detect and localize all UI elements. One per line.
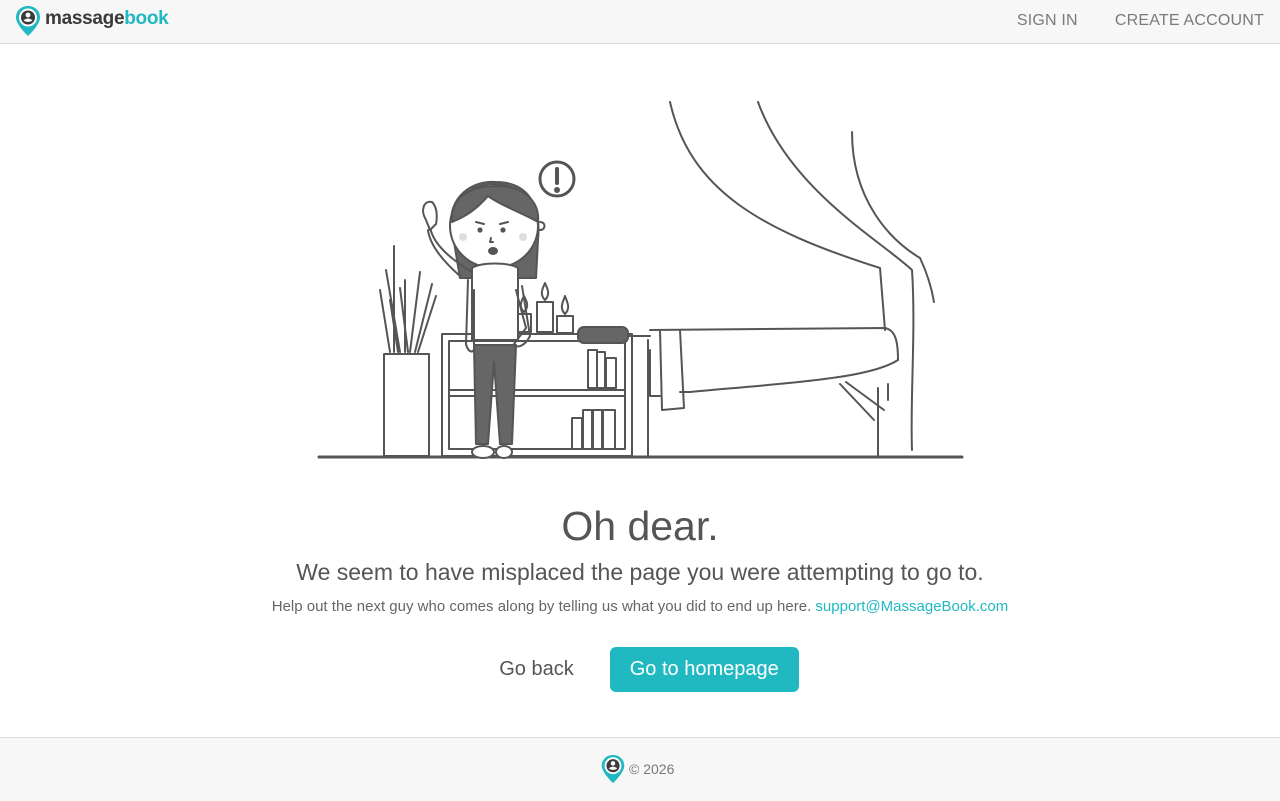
exclamation-icon xyxy=(538,160,576,198)
top-nav: SIGN IN CREATE ACCOUNT xyxy=(980,12,1264,30)
help-text-line: Help out the next guy who comes along by… xyxy=(0,598,1280,615)
go-to-homepage-button[interactable]: Go to homepage xyxy=(609,647,799,692)
top-bar: massagebook SIGN IN CREATE ACCOUNT xyxy=(0,0,1280,44)
copyright-text: © 2026 xyxy=(629,761,675,777)
support-email-link[interactable]: support@MassageBook.com xyxy=(815,598,1008,615)
logo-wordmark: massagebook xyxy=(45,7,169,29)
lost-page-illustration xyxy=(317,101,964,459)
footer: © 2026 xyxy=(0,737,1280,801)
logo-link[interactable]: massagebook xyxy=(15,5,169,37)
sign-in-link[interactable]: SIGN IN xyxy=(1017,12,1078,30)
page-subtitle: We seem to have misplaced the page you w… xyxy=(296,559,984,585)
footer-logo-pin-icon xyxy=(601,754,625,784)
page-title: Oh dear. xyxy=(561,503,719,549)
action-buttons: Go back Go to homepage xyxy=(0,647,1280,692)
go-back-button[interactable]: Go back xyxy=(481,647,591,692)
help-text: Help out the next guy who comes along by… xyxy=(271,598,812,615)
logo-pin-icon xyxy=(16,6,40,36)
create-account-link[interactable]: CREATE ACCOUNT xyxy=(1115,12,1264,30)
